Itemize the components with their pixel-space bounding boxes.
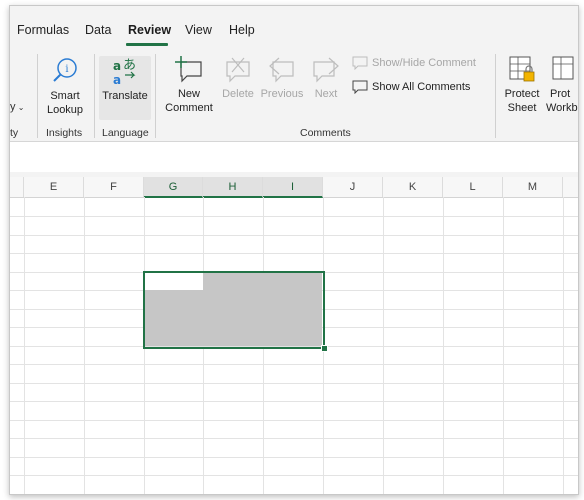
previous-comment-button[interactable]: Previous xyxy=(259,54,305,101)
gridline xyxy=(10,253,578,254)
next-comment-button[interactable]: Next xyxy=(309,54,343,101)
previous-comment-icon xyxy=(269,57,294,83)
gridline xyxy=(10,420,578,421)
gridline xyxy=(10,383,578,384)
show-all-comments-icon xyxy=(352,80,368,94)
protect-workbook-icon xyxy=(552,56,574,80)
protect-sheet-button[interactable]: Protect Sheet xyxy=(500,54,544,115)
excel-window: Formulas Data Review View Help y ⌄ ty i … xyxy=(9,5,579,495)
gridline xyxy=(10,401,578,402)
svg-text:a: a xyxy=(113,73,121,86)
protect-workbook-button[interactable]: Prot Workb xyxy=(546,54,578,115)
column-header-m[interactable]: M xyxy=(503,177,563,197)
smart-lookup-icon: i xyxy=(53,58,77,82)
gridline xyxy=(10,457,578,458)
partial-button-label[interactable]: y ⌄ xyxy=(10,101,24,113)
translate-button[interactable]: a あ a Translate xyxy=(99,56,151,120)
column-header-i[interactable]: I xyxy=(263,177,323,198)
translate-icon: a あ a xyxy=(113,58,136,86)
gridline xyxy=(10,364,578,365)
group-label-insights: Insights xyxy=(46,127,83,139)
group-separator xyxy=(37,54,38,138)
formula-bar[interactable] xyxy=(10,142,578,173)
svg-text:i: i xyxy=(65,64,68,75)
column-header-g[interactable]: G xyxy=(144,177,203,198)
protect-sheet-icon xyxy=(509,56,535,82)
gridline xyxy=(10,216,578,217)
tab-formulas[interactable]: Formulas xyxy=(17,23,69,37)
delete-comment-button[interactable]: Delete xyxy=(218,54,258,101)
svg-text:a: a xyxy=(113,59,121,73)
gridline xyxy=(10,438,578,439)
group-separator xyxy=(155,54,156,138)
group-label-comments: Comments xyxy=(300,127,351,139)
show-hide-comment-icon xyxy=(352,56,368,70)
selection-border xyxy=(143,271,325,349)
gridline xyxy=(10,235,578,236)
chevron-down-icon: ⌄ xyxy=(15,103,25,112)
column-header-partial[interactable] xyxy=(10,177,24,197)
delete-comment-icon xyxy=(226,57,250,83)
tab-data[interactable]: Data xyxy=(85,23,111,37)
ribbon: y ⌄ ty i Smart Lookup Insights a あ a Tra… xyxy=(10,46,578,142)
column-header-l[interactable]: L xyxy=(443,177,503,197)
column-header-j[interactable]: J xyxy=(323,177,383,197)
tab-view[interactable]: View xyxy=(185,23,212,37)
group-separator xyxy=(94,54,95,138)
fill-handle[interactable] xyxy=(321,345,328,352)
partial-group-label: ty xyxy=(10,127,19,139)
group-separator xyxy=(495,54,496,138)
next-comment-icon xyxy=(313,57,339,83)
tab-review[interactable]: Review xyxy=(128,23,171,37)
smart-lookup-button[interactable]: i Smart Lookup xyxy=(43,56,87,117)
svg-text:あ: あ xyxy=(123,58,136,73)
column-header-f[interactable]: F xyxy=(84,177,144,197)
tab-help[interactable]: Help xyxy=(229,23,255,37)
new-comment-button[interactable]: New Comment xyxy=(162,54,216,115)
column-header-e[interactable]: E xyxy=(24,177,84,197)
column-headers: E F G H I J K L M xyxy=(10,177,578,198)
column-header-k[interactable]: K xyxy=(383,177,443,197)
new-comment-icon xyxy=(175,56,202,83)
group-label-language: Language xyxy=(102,127,149,139)
show-all-comments-button[interactable]: Show All Comments xyxy=(352,80,470,94)
ribbon-tabs: Formulas Data Review View Help xyxy=(10,6,578,46)
show-hide-comment-button[interactable]: Show/Hide Comment xyxy=(352,56,476,70)
cell-grid[interactable] xyxy=(10,197,578,494)
gridline xyxy=(10,475,578,476)
column-header-h[interactable]: H xyxy=(203,177,263,198)
